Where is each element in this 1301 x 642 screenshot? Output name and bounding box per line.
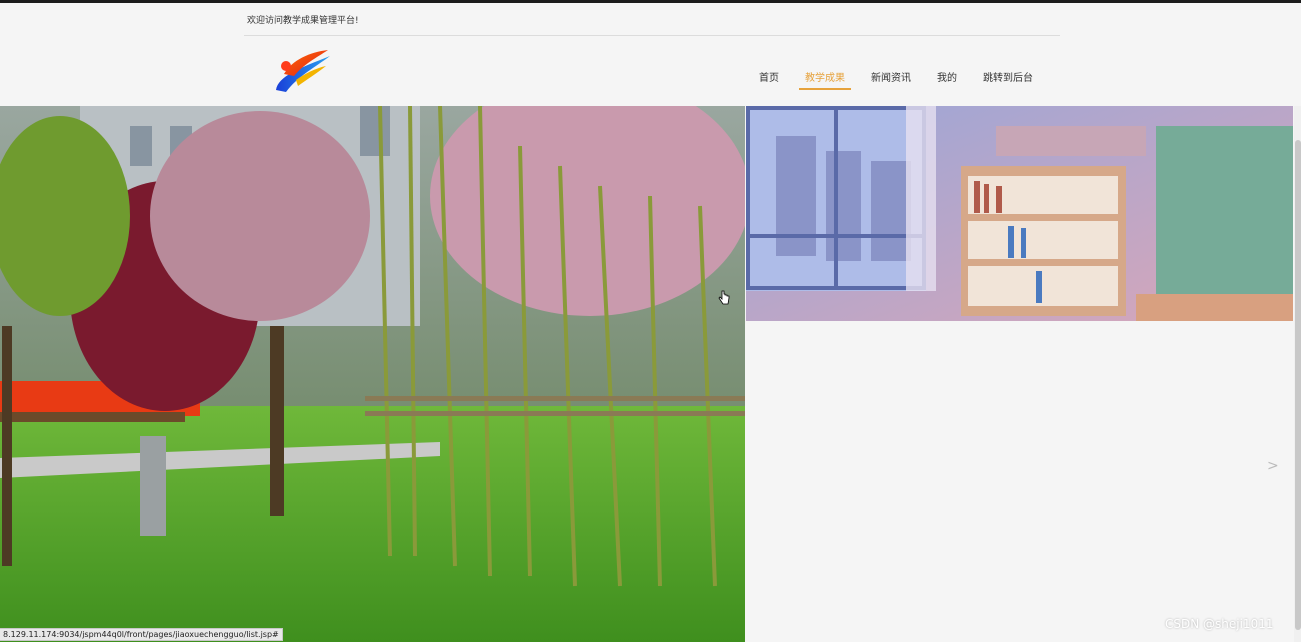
nav-admin[interactable]: 跳转到后台 [983,66,1033,90]
carousel-empty-area [746,321,1293,642]
mouse-pointer-icon [718,290,730,305]
carousel-slide-classroom-image[interactable] [746,106,1293,321]
header-divider [244,35,1060,36]
carousel-next-arrow[interactable]: > [1267,458,1279,474]
nav-teaching-results[interactable]: 教学成果 [799,66,851,90]
site-logo[interactable] [270,46,334,96]
window-top-border [0,0,1301,3]
carousel-slide-garden-image[interactable] [0,106,745,642]
main-nav: 首页 教学成果 新闻资讯 我的 跳转到后台 [745,66,1039,90]
page-scrollbar-thumb[interactable] [1295,140,1301,630]
welcome-text: 欢迎访问教学成果管理平台! [247,16,359,26]
nav-mine[interactable]: 我的 [937,66,957,90]
banner-carousel [0,106,1293,642]
nav-home[interactable]: 首页 [759,66,779,90]
browser-status-url: 8.129.11.174:9034/jspm44q0l/front/pages/… [0,628,283,641]
watermark: CSDN @sheji1011 [1165,617,1274,631]
nav-news[interactable]: 新闻资讯 [871,66,911,90]
